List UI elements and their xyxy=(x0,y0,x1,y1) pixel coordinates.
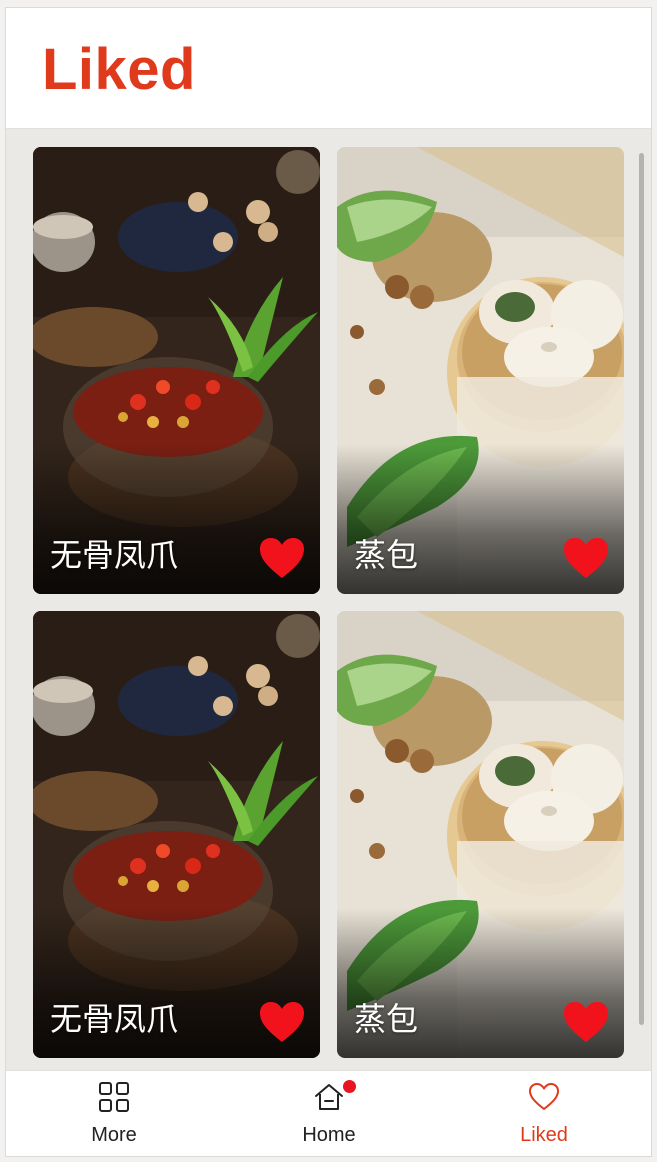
nav-label: Home xyxy=(302,1124,356,1146)
food-card[interactable]: 蒸包 xyxy=(337,147,624,594)
heart-icon[interactable] xyxy=(562,1000,610,1044)
nav-home[interactable]: Home xyxy=(269,1071,389,1156)
scrollbar[interactable] xyxy=(639,153,644,1025)
heart-icon[interactable] xyxy=(562,536,610,580)
nav-label: More xyxy=(91,1124,137,1146)
heart-outline-icon xyxy=(529,1083,559,1110)
app-frame: Liked 无骨凤爪 蒸包 无骨凤爪 蒸包 More Home Liked xyxy=(5,7,652,1157)
heart-icon[interactable] xyxy=(258,536,306,580)
home-icon xyxy=(315,1084,343,1110)
food-name: 无骨凤爪 xyxy=(50,536,179,574)
nav-more[interactable]: More xyxy=(54,1071,174,1156)
nav-label: Liked xyxy=(520,1124,568,1146)
liked-grid[interactable]: 无骨凤爪 蒸包 无骨凤爪 蒸包 xyxy=(6,130,651,1070)
food-card[interactable]: 无骨凤爪 xyxy=(33,611,320,1058)
bottom-nav: More Home Liked xyxy=(6,1070,651,1156)
heart-icon[interactable] xyxy=(258,1000,306,1044)
header: Liked xyxy=(6,8,651,129)
food-name: 无骨凤爪 xyxy=(50,1000,179,1038)
food-card[interactable]: 无骨凤爪 xyxy=(33,147,320,594)
grid-icon xyxy=(99,1082,129,1112)
page-title: Liked xyxy=(42,37,196,102)
food-card[interactable]: 蒸包 xyxy=(337,611,624,1058)
food-name: 蒸包 xyxy=(354,1000,419,1038)
notification-badge xyxy=(343,1080,356,1093)
nav-liked[interactable]: Liked xyxy=(484,1071,604,1156)
food-name: 蒸包 xyxy=(354,536,419,574)
